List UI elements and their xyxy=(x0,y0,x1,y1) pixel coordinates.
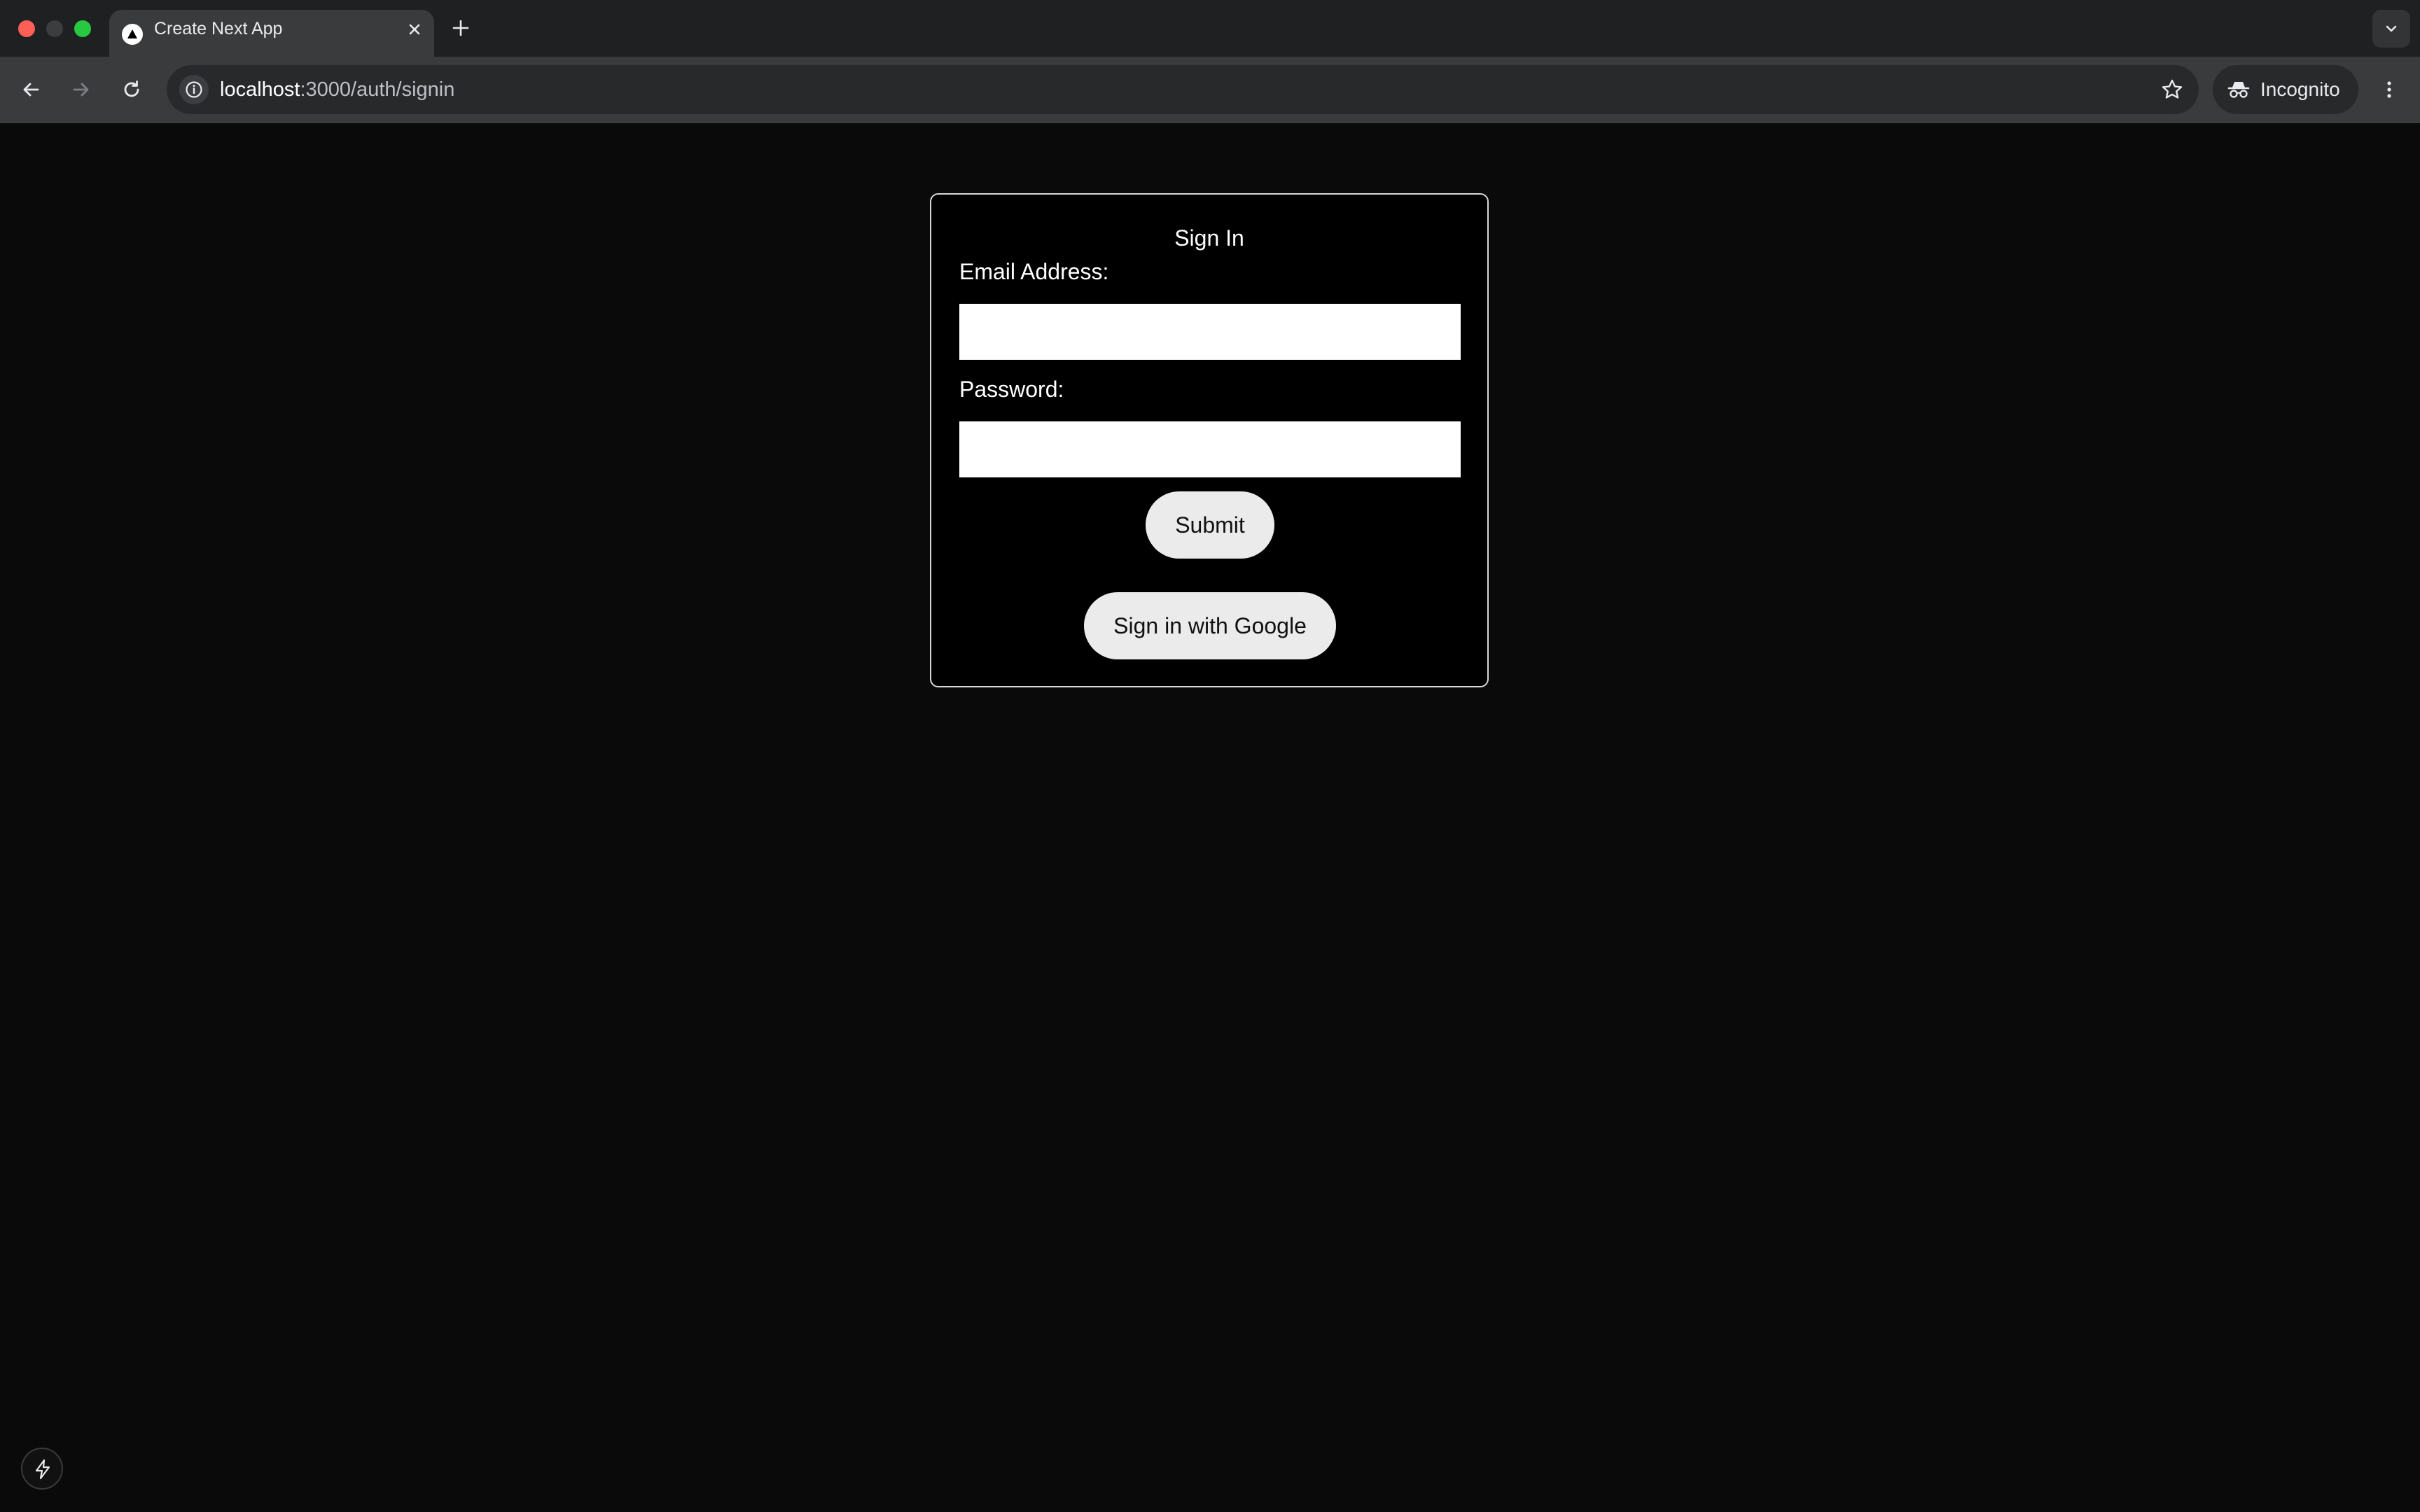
signin-card: Sign In Email Address: Password: Submit … xyxy=(930,193,1489,687)
plus-icon[interactable] xyxy=(450,17,472,39)
reload-icon xyxy=(124,80,139,97)
password-label: Password: xyxy=(959,377,1064,402)
info-icon[interactable] xyxy=(179,75,209,104)
back-button[interactable] xyxy=(15,74,46,105)
incognito-label: Incognito xyxy=(2260,78,2340,100)
tab-title: Create Next App xyxy=(154,19,283,38)
chevron-down-icon xyxy=(2386,25,2397,32)
close-icon[interactable] xyxy=(405,20,424,39)
email-field[interactable] xyxy=(959,304,1461,360)
star-icon[interactable] xyxy=(2158,76,2186,104)
browser-toolbar: localhost:3000/auth/signin Incognito xyxy=(0,57,2420,123)
submit-button[interactable]: Submit xyxy=(1146,491,1274,559)
incognito-icon xyxy=(2227,82,2250,98)
lightning-bolt-icon xyxy=(35,1459,50,1480)
window-close-button[interactable] xyxy=(18,20,35,37)
url-text: localhost:3000/auth/signin xyxy=(220,65,454,114)
window-zoom-button[interactable] xyxy=(74,20,91,37)
tab-search-button[interactable] xyxy=(2372,10,2410,48)
nextjs-triangle-icon xyxy=(122,24,143,45)
arrow-right-icon xyxy=(73,83,89,97)
forward-button[interactable] xyxy=(66,74,97,105)
incognito-profile-button[interactable]: Incognito xyxy=(2213,65,2358,114)
window-minimize-button[interactable] xyxy=(46,20,63,37)
browser-tab-strip: Create Next App xyxy=(0,0,2420,57)
url-host: localhost xyxy=(220,78,300,101)
reload-button[interactable] xyxy=(116,74,147,105)
url-path: :3000/auth/signin xyxy=(300,78,455,101)
address-bar[interactable]: localhost:3000/auth/signin xyxy=(167,65,2199,114)
google-signin-button[interactable]: Sign in with Google xyxy=(1084,592,1336,659)
kebab-menu-icon[interactable] xyxy=(2374,74,2405,105)
browser-tab-active[interactable]: Create Next App xyxy=(109,10,434,57)
arrow-left-icon xyxy=(23,83,39,97)
nextjs-dev-tools-button[interactable] xyxy=(21,1448,63,1490)
email-label: Email Address: xyxy=(959,259,1109,284)
password-field[interactable] xyxy=(959,421,1461,477)
page-title: Sign In xyxy=(1174,225,1244,251)
